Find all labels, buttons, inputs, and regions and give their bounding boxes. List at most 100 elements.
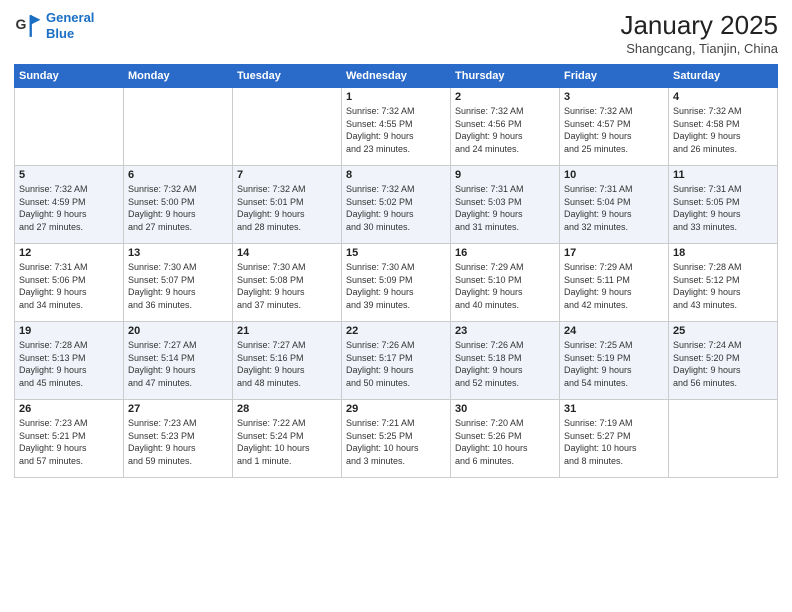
cell-content: Sunrise: 7:32 AM Sunset: 5:02 PM Dayligh…	[346, 183, 446, 233]
col-thursday: Thursday	[451, 65, 560, 88]
cell-content: Sunrise: 7:20 AM Sunset: 5:26 PM Dayligh…	[455, 417, 555, 467]
day-number: 12	[19, 247, 119, 259]
col-wednesday: Wednesday	[342, 65, 451, 88]
cell-w2-d6: 10Sunrise: 7:31 AM Sunset: 5:04 PM Dayli…	[560, 166, 669, 244]
cell-w4-d1: 19Sunrise: 7:28 AM Sunset: 5:13 PM Dayli…	[15, 322, 124, 400]
cell-content: Sunrise: 7:21 AM Sunset: 5:25 PM Dayligh…	[346, 417, 446, 467]
cell-w1-d6: 3 Sunrise: 7:32 AM Sunset: 4:57 PM Daylig…	[560, 88, 669, 166]
day-number: 8	[346, 169, 446, 181]
cell-content: Sunrise: 7:32 AM Sunset: 4:57 PM Dayligh…	[564, 105, 664, 155]
cell-w2-d5: 9 Sunrise: 7:31 AM Sunset: 5:03 PM Daylig…	[451, 166, 560, 244]
calendar-body: 1Sunrise: 7:32 AM Sunset: 4:55 PM Daylig…	[15, 88, 778, 478]
cell-w4-d6: 24 Sunrise: 7:25 AM Sunset: 5:19 PM Dayli…	[560, 322, 669, 400]
day-number: 27	[128, 403, 228, 415]
logo-icon: G	[14, 12, 42, 40]
day-number: 2	[455, 91, 555, 103]
day-number: 3	[564, 91, 664, 103]
cell-content: Sunrise: 7:30 AM Sunset: 5:08 PM Dayligh…	[237, 261, 337, 311]
day-number: 20	[128, 325, 228, 337]
cell-content: Sunrise: 7:29 AM Sunset: 5:11 PM Dayligh…	[564, 261, 664, 311]
day-number: 21	[237, 325, 337, 337]
cell-w4-d2: 20 Sunrise: 7:27 AM Sunset: 5:14 PM Dayli…	[124, 322, 233, 400]
logo-text: General Blue	[46, 10, 94, 41]
cell-content: Sunrise: 7:32 AM Sunset: 4:59 PM Dayligh…	[19, 183, 119, 233]
day-number: 14	[237, 247, 337, 259]
cell-content: Sunrise: 7:29 AM Sunset: 5:10 PM Dayligh…	[455, 261, 555, 311]
cell-content: Sunrise: 7:23 AM Sunset: 5:21 PM Dayligh…	[19, 417, 119, 467]
calendar-header: Sunday Monday Tuesday Wednesday Thursday…	[15, 65, 778, 88]
day-number: 9	[455, 169, 555, 181]
cell-w1-d4: 1Sunrise: 7:32 AM Sunset: 4:55 PM Daylig…	[342, 88, 451, 166]
cell-w3-d2: 13Sunrise: 7:30 AM Sunset: 5:07 PM Dayli…	[124, 244, 233, 322]
day-number: 15	[346, 247, 446, 259]
day-number: 11	[673, 169, 773, 181]
day-number: 26	[19, 403, 119, 415]
cell-w2-d2: 6 Sunrise: 7:32 AM Sunset: 5:00 PM Daylig…	[124, 166, 233, 244]
svg-text:G: G	[16, 16, 27, 32]
cell-w3-d5: 16 Sunrise: 7:29 AM Sunset: 5:10 PM Dayli…	[451, 244, 560, 322]
day-number: 6	[128, 169, 228, 181]
cell-content: Sunrise: 7:26 AM Sunset: 5:18 PM Dayligh…	[455, 339, 555, 389]
cell-w4-d5: 23Sunrise: 7:26 AM Sunset: 5:18 PM Dayli…	[451, 322, 560, 400]
cell-content: Sunrise: 7:27 AM Sunset: 5:14 PM Dayligh…	[128, 339, 228, 389]
title-block: January 2025 Shangcang, Tianjin, China	[620, 10, 778, 56]
cell-w3-d7: 18 Sunrise: 7:28 AM Sunset: 5:12 PM Dayli…	[669, 244, 778, 322]
cell-w1-d3	[233, 88, 342, 166]
logo: G General Blue	[14, 10, 94, 41]
cell-content: Sunrise: 7:32 AM Sunset: 4:58 PM Dayligh…	[673, 105, 773, 155]
cell-w5-d6: 31 Sunrise: 7:19 AM Sunset: 5:27 PM Dayli…	[560, 400, 669, 478]
week-row-4: 19Sunrise: 7:28 AM Sunset: 5:13 PM Dayli…	[15, 322, 778, 400]
cell-w5-d2: 27 Sunrise: 7:23 AM Sunset: 5:23 PM Dayli…	[124, 400, 233, 478]
cell-content: Sunrise: 7:31 AM Sunset: 5:06 PM Dayligh…	[19, 261, 119, 311]
cell-content: Sunrise: 7:32 AM Sunset: 5:00 PM Dayligh…	[128, 183, 228, 233]
week-row-3: 12 Sunrise: 7:31 AM Sunset: 5:06 PM Dayli…	[15, 244, 778, 322]
col-tuesday: Tuesday	[233, 65, 342, 88]
cell-w2-d3: 7Sunrise: 7:32 AM Sunset: 5:01 PM Daylig…	[233, 166, 342, 244]
cell-content: Sunrise: 7:23 AM Sunset: 5:23 PM Dayligh…	[128, 417, 228, 467]
header: G General Blue January 2025 Shangcang, T…	[14, 10, 778, 56]
day-number: 1	[346, 91, 446, 103]
day-number: 4	[673, 91, 773, 103]
logo-line1: General	[46, 10, 94, 25]
col-monday: Monday	[124, 65, 233, 88]
cell-w4-d3: 21Sunrise: 7:27 AM Sunset: 5:16 PM Dayli…	[233, 322, 342, 400]
header-row: Sunday Monday Tuesday Wednesday Thursday…	[15, 65, 778, 88]
day-number: 17	[564, 247, 664, 259]
cell-content: Sunrise: 7:30 AM Sunset: 5:09 PM Dayligh…	[346, 261, 446, 311]
calendar-table: Sunday Monday Tuesday Wednesday Thursday…	[14, 64, 778, 478]
week-row-2: 5Sunrise: 7:32 AM Sunset: 4:59 PM Daylig…	[15, 166, 778, 244]
cell-w3-d3: 14 Sunrise: 7:30 AM Sunset: 5:08 PM Dayli…	[233, 244, 342, 322]
day-number: 18	[673, 247, 773, 259]
cell-content: Sunrise: 7:19 AM Sunset: 5:27 PM Dayligh…	[564, 417, 664, 467]
day-number: 31	[564, 403, 664, 415]
cell-w5-d3: 28Sunrise: 7:22 AM Sunset: 5:24 PM Dayli…	[233, 400, 342, 478]
cell-content: Sunrise: 7:32 AM Sunset: 4:56 PM Dayligh…	[455, 105, 555, 155]
day-number: 28	[237, 403, 337, 415]
day-number: 10	[564, 169, 664, 181]
cell-content: Sunrise: 7:31 AM Sunset: 5:05 PM Dayligh…	[673, 183, 773, 233]
logo-line2: Blue	[46, 26, 74, 41]
cell-content: Sunrise: 7:28 AM Sunset: 5:12 PM Dayligh…	[673, 261, 773, 311]
cell-w4-d4: 22Sunrise: 7:26 AM Sunset: 5:17 PM Dayli…	[342, 322, 451, 400]
day-number: 16	[455, 247, 555, 259]
day-number: 30	[455, 403, 555, 415]
cell-w2-d1: 5Sunrise: 7:32 AM Sunset: 4:59 PM Daylig…	[15, 166, 124, 244]
col-friday: Friday	[560, 65, 669, 88]
cell-w1-d5: 2 Sunrise: 7:32 AM Sunset: 4:56 PM Daylig…	[451, 88, 560, 166]
page: G General Blue January 2025 Shangcang, T…	[0, 0, 792, 612]
week-row-1: 1Sunrise: 7:32 AM Sunset: 4:55 PM Daylig…	[15, 88, 778, 166]
month-title: January 2025	[620, 10, 778, 41]
cell-content: Sunrise: 7:30 AM Sunset: 5:07 PM Dayligh…	[128, 261, 228, 311]
cell-content: Sunrise: 7:25 AM Sunset: 5:19 PM Dayligh…	[564, 339, 664, 389]
cell-w3-d4: 15 Sunrise: 7:30 AM Sunset: 5:09 PM Dayli…	[342, 244, 451, 322]
cell-content: Sunrise: 7:31 AM Sunset: 5:03 PM Dayligh…	[455, 183, 555, 233]
cell-content: Sunrise: 7:28 AM Sunset: 5:13 PM Dayligh…	[19, 339, 119, 389]
cell-w2-d7: 11 Sunrise: 7:31 AM Sunset: 5:05 PM Dayli…	[669, 166, 778, 244]
day-number: 24	[564, 325, 664, 337]
col-saturday: Saturday	[669, 65, 778, 88]
day-number: 29	[346, 403, 446, 415]
cell-w1-d7: 4 Sunrise: 7:32 AM Sunset: 4:58 PM Daylig…	[669, 88, 778, 166]
cell-w2-d4: 8 Sunrise: 7:32 AM Sunset: 5:02 PM Daylig…	[342, 166, 451, 244]
col-sunday: Sunday	[15, 65, 124, 88]
cell-w3-d1: 12 Sunrise: 7:31 AM Sunset: 5:06 PM Dayli…	[15, 244, 124, 322]
